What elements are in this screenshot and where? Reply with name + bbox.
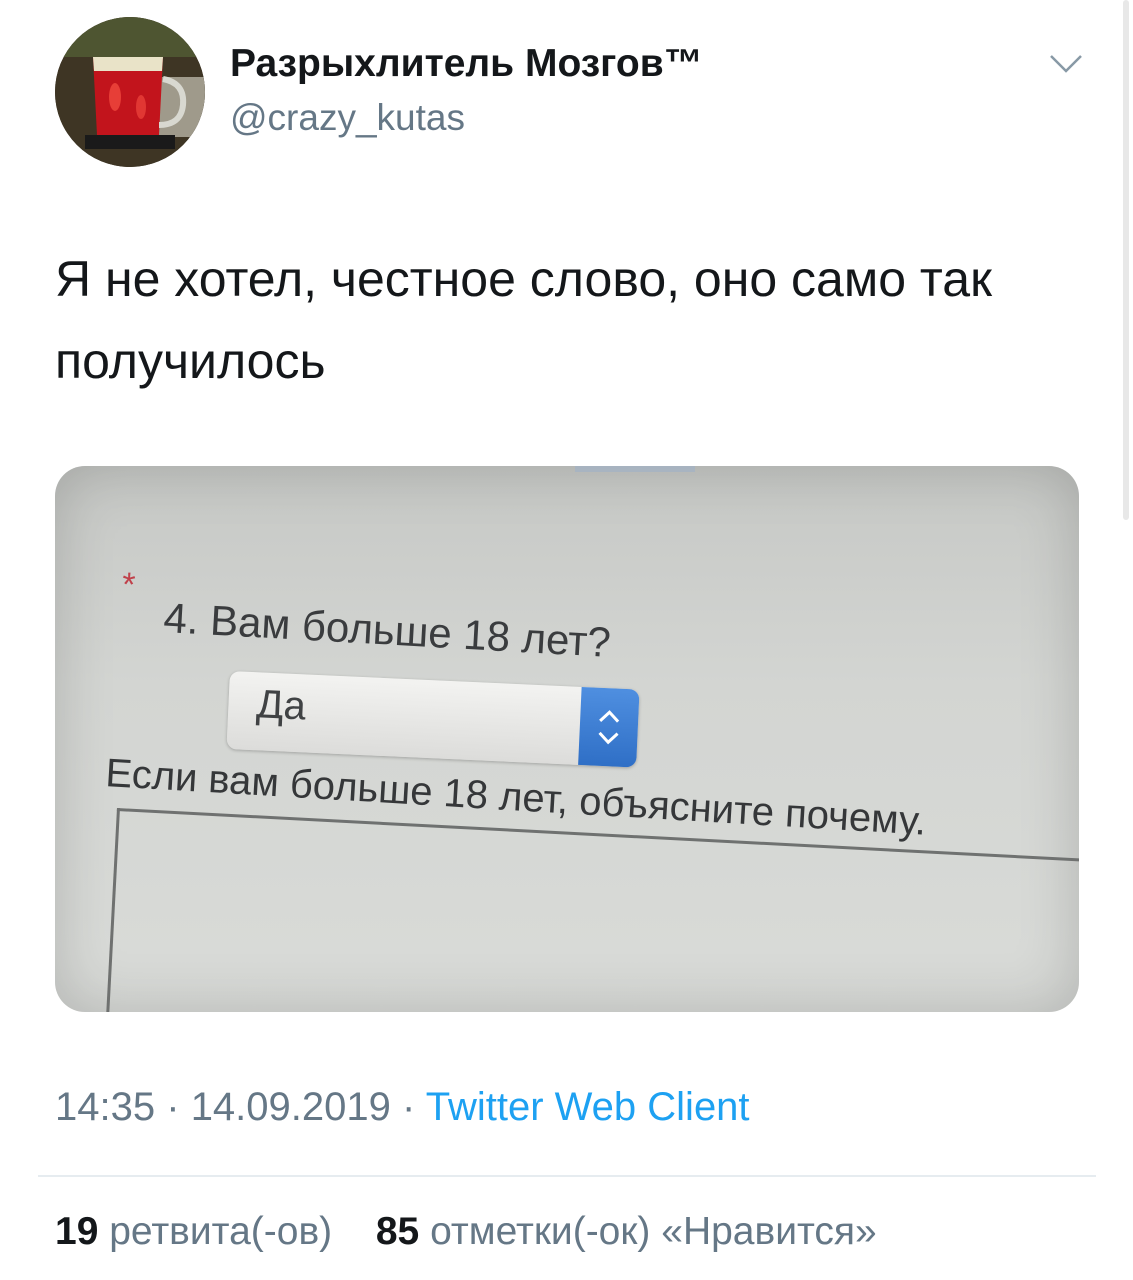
tweet-media-photo[interactable]: * 4. Вам больше 18 лет? Да Если вам боль…	[55, 466, 1079, 1012]
tweet-stats: 19 ретвита(-ов) 85 отметки(-ок) «Нравитс…	[55, 1210, 877, 1254]
tweet-source-link[interactable]: Twitter Web Client	[426, 1085, 750, 1129]
photo-question-text: 4. Вам больше 18 лет?	[162, 594, 612, 666]
beer-mug-avatar-image	[55, 17, 205, 167]
tweet-time: 14:35	[55, 1085, 156, 1129]
photo-textarea-outline	[103, 808, 1079, 1012]
required-asterisk: *	[121, 565, 137, 605]
likes-label[interactable]: отметки(-ок) «Нравится»	[430, 1210, 877, 1253]
likes-count[interactable]: 85	[376, 1210, 419, 1253]
author-display-name[interactable]: Разрыхлитель Мозгов™	[230, 42, 703, 86]
divider	[38, 1175, 1096, 1177]
tweet-meta: 14:35 · 14.09.2019 · Twitter Web Client	[55, 1085, 750, 1130]
photo-select-value: Да	[255, 682, 307, 729]
chevron-down-icon[interactable]	[1048, 52, 1084, 76]
author-handle[interactable]: @crazy_kutas	[230, 97, 465, 139]
photo-edge-strip	[575, 466, 695, 472]
tweet-text: Я не хотел, честное слово, оно само так …	[55, 251, 992, 389]
avatar[interactable]	[55, 17, 205, 167]
tweet-date: 14.09.2019	[190, 1085, 391, 1129]
meta-separator: ·	[402, 1085, 416, 1129]
scrollbar[interactable]	[1123, 0, 1129, 520]
up-down-arrows-icon	[578, 686, 640, 768]
photo-select-dropdown: Да	[226, 671, 640, 768]
retweets-count[interactable]: 19	[55, 1210, 98, 1253]
retweets-label[interactable]: ретвита(-ов)	[109, 1210, 332, 1253]
meta-separator: ·	[166, 1085, 180, 1129]
